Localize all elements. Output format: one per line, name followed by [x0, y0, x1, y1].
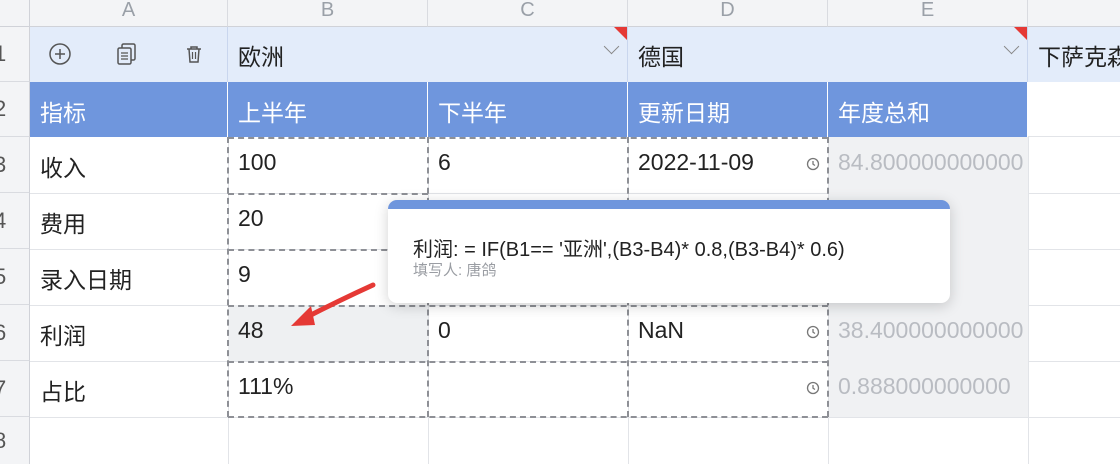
cell-value: 9: [238, 261, 251, 287]
row-label: 收入: [40, 155, 86, 181]
column-header-label: D: [720, 0, 735, 21]
region-select[interactable]: 欧洲: [228, 27, 628, 82]
column-header-label: A: [121, 0, 136, 21]
computed-cell[interactable]: 84.800000000000: [828, 137, 1028, 193]
state-select[interactable]: 下萨克森: [1028, 27, 1120, 82]
table-cell[interactable]: 100: [228, 137, 428, 193]
row-header-7[interactable]: 7: [0, 361, 30, 417]
row-number: 2: [0, 96, 6, 122]
header-label: 更新日期: [638, 100, 730, 126]
sheet-corner[interactable]: [0, 0, 30, 27]
reference-border: [227, 137, 229, 417]
chevron-down-icon: [603, 38, 620, 55]
formula-tooltip: 利润: = IF(B1== '亚洲',(B3-B4)* 0.8,(B3-B4)*…: [388, 200, 950, 303]
reference-border: [228, 361, 828, 363]
cell-value: 20: [238, 205, 264, 231]
cell-value: 111%: [238, 373, 294, 399]
header-cell-f[interactable]: [1028, 82, 1120, 137]
table-cell[interactable]: 收入: [30, 137, 228, 193]
header-label: 年度总和: [838, 100, 930, 126]
header-cell-a[interactable]: 指标: [30, 82, 228, 137]
date-cell[interactable]: [628, 361, 828, 417]
column-header-label: B: [320, 0, 335, 21]
cell-value: 84.800000000000: [838, 149, 1024, 175]
plus-circle-icon[interactable]: [47, 41, 73, 67]
row-number: 5: [0, 264, 6, 290]
cell-value: 100: [238, 149, 277, 175]
row-header-5[interactable]: 5: [0, 249, 30, 305]
row-header-6[interactable]: 6: [0, 305, 30, 361]
table-cell[interactable]: 占比: [30, 361, 228, 417]
column-header-e[interactable]: E: [828, 0, 1028, 27]
reference-border: [228, 193, 428, 195]
header-cell-d[interactable]: 更新日期: [628, 82, 828, 137]
reference-border: [228, 137, 828, 139]
header-label: 上半年: [238, 100, 307, 126]
table-cell[interactable]: 录入日期: [30, 249, 228, 305]
column-header-d[interactable]: D: [628, 0, 828, 27]
cell-value: 0: [438, 317, 451, 343]
table-cell[interactable]: 6: [428, 137, 628, 193]
tooltip-formula: 利润: = IF(B1== '亚洲',(B3-B4)* 0.8,(B3-B4)*…: [413, 239, 845, 261]
header-cell-b[interactable]: 上半年: [228, 82, 428, 137]
column-header-label: E: [920, 0, 935, 21]
column-header-f[interactable]: [1028, 0, 1120, 27]
row-number: 1: [0, 41, 6, 67]
country-value: 德国: [638, 44, 684, 70]
row-header-3[interactable]: 3: [0, 137, 30, 193]
comment-marker: [614, 27, 627, 40]
column-header-b[interactable]: B: [228, 0, 428, 27]
copy-icon[interactable]: [114, 41, 140, 67]
row-number: 8: [0, 428, 6, 454]
row-header-8[interactable]: 8: [0, 417, 30, 464]
table-cell[interactable]: 0: [428, 305, 628, 361]
computed-cell[interactable]: 0.888000000000: [828, 361, 1028, 417]
cell-value: 2022-11-09: [638, 149, 754, 175]
country-select[interactable]: 德国: [628, 27, 1028, 82]
clock-icon: [806, 157, 820, 171]
table-cell[interactable]: 20: [228, 193, 388, 249]
table-cell[interactable]: 111%: [228, 361, 428, 417]
column-header-a[interactable]: A: [30, 0, 228, 27]
table-cell[interactable]: 利润: [30, 305, 228, 361]
row-label: 录入日期: [40, 267, 132, 293]
header-label: 指标: [40, 100, 86, 126]
cell-value: 0.888000000000: [838, 373, 1011, 399]
date-cell[interactable]: NaN: [628, 305, 828, 361]
tooltip-author: 填写人: 唐鸽: [413, 262, 497, 279]
column-header-c[interactable]: C: [428, 0, 628, 27]
chevron-down-icon: [1003, 38, 1020, 55]
clock-icon: [806, 381, 820, 395]
row-number: 4: [0, 208, 6, 234]
header-cell-e[interactable]: 年度总和: [828, 82, 1028, 137]
row-number: 3: [0, 152, 6, 178]
computed-cell[interactable]: 38.400000000000: [828, 305, 1028, 361]
comment-marker: [1014, 27, 1027, 40]
header-label: 下半年: [438, 100, 507, 126]
row-number: 7: [0, 376, 6, 402]
date-cell[interactable]: 2022-11-09: [628, 137, 828, 193]
row-header-1[interactable]: 1: [0, 27, 30, 82]
table-cell[interactable]: [428, 361, 628, 417]
reference-border: [228, 416, 828, 418]
annotation-arrow-icon: [291, 282, 376, 326]
table-cell[interactable]: 费用: [30, 193, 228, 249]
row-number: 6: [0, 320, 6, 346]
row-toolbar-cell: [30, 27, 228, 82]
column-header-label: C: [520, 0, 535, 21]
clock-icon: [806, 325, 820, 339]
row-label: 利润: [40, 323, 86, 349]
row-label: 占比: [40, 379, 86, 405]
row-header-4[interactable]: 4: [0, 193, 30, 249]
cell-value: 6: [438, 149, 451, 175]
region-value: 欧洲: [238, 44, 284, 70]
trash-icon[interactable]: [181, 41, 207, 67]
cell-value: 38.400000000000: [838, 317, 1024, 343]
cell-value: NaN: [638, 317, 685, 343]
cell-value: 48: [238, 317, 264, 343]
row-header-2[interactable]: 2: [0, 82, 30, 137]
header-cell-c[interactable]: 下半年: [428, 82, 628, 137]
row-label: 费用: [40, 211, 86, 237]
state-value: 下萨克森: [1038, 44, 1120, 70]
